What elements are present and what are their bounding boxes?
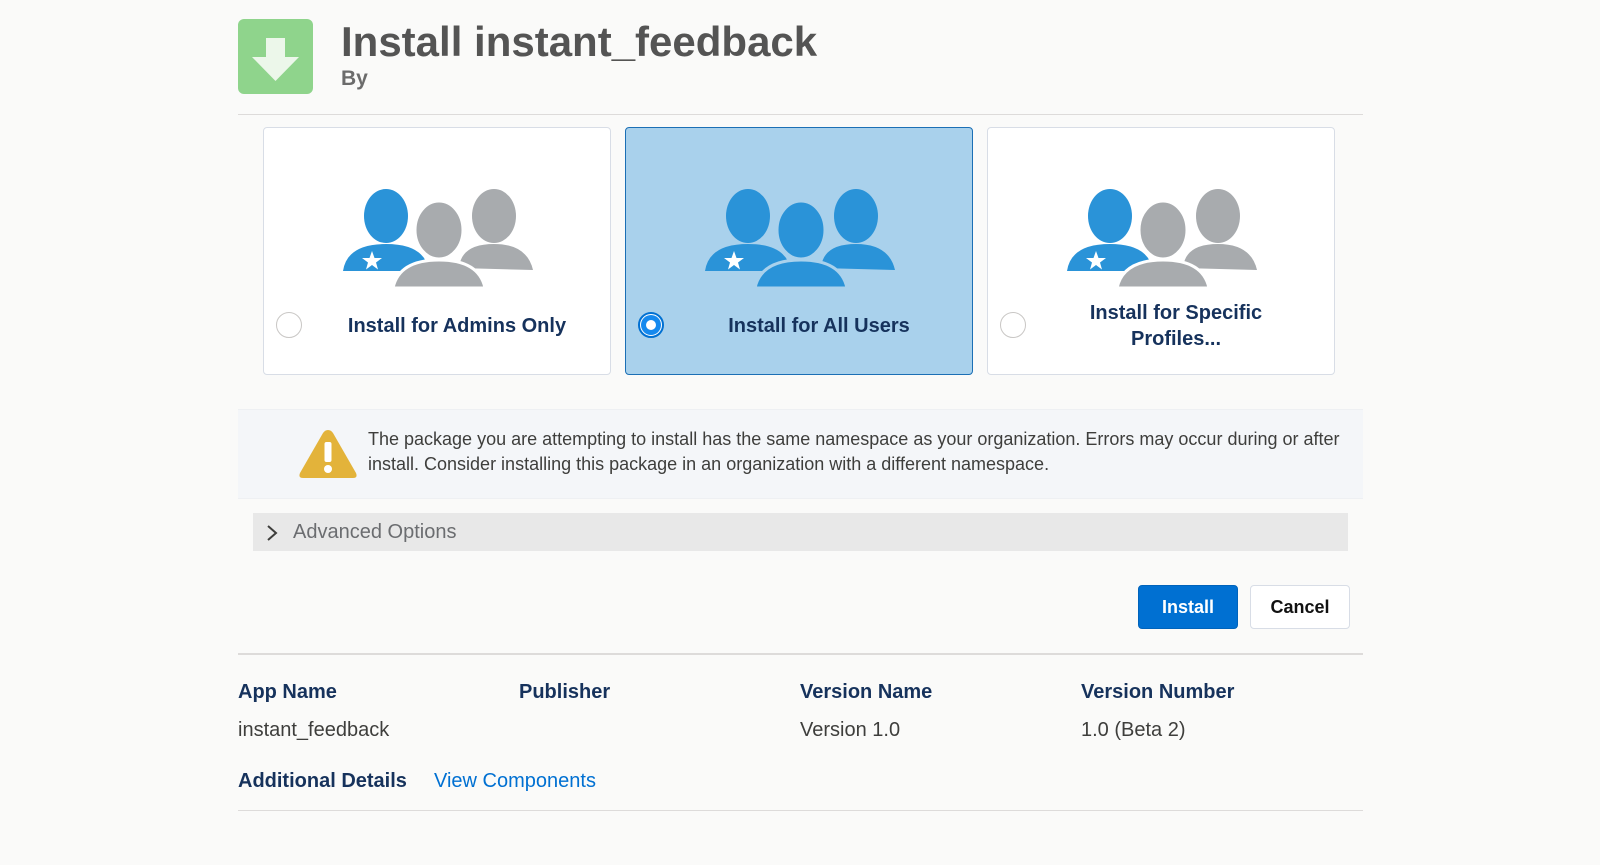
chevron-right-icon [267, 525, 278, 541]
radio-admins-only[interactable] [276, 312, 302, 338]
specific-profiles-users-icon [1067, 189, 1257, 290]
radio-specific-profiles[interactable] [1000, 312, 1026, 338]
version-name-value: Version 1.0 [800, 719, 901, 741]
admin-users-icon [343, 189, 533, 290]
app-name-value: instant_feedback [238, 719, 390, 741]
install-option-specific-profiles[interactable]: Install for Specific Profiles... [987, 127, 1335, 375]
publisher-label: Publisher [519, 681, 611, 703]
page-title: Install instant_feedback [341, 18, 818, 65]
install-button[interactable]: Install [1138, 585, 1238, 629]
publisher-by-label: By [341, 67, 368, 90]
namespace-warning: The package you are attempting to instal… [238, 409, 1363, 499]
page-header: Install instant_feedback By [238, 0, 1363, 115]
warning-triangle-icon [299, 430, 357, 478]
all-users-icon [705, 189, 895, 290]
install-option-all-users[interactable]: Install for All Users [625, 127, 973, 375]
details-divider-top [238, 653, 1363, 655]
version-name-label: Version Name [800, 681, 933, 703]
radio-all-users[interactable] [638, 312, 664, 338]
details-divider-bottom [238, 810, 1363, 811]
install-option-admins-only[interactable]: Install for Admins Only [263, 127, 611, 375]
option-label-all-users: Install for All Users [728, 315, 910, 337]
option-label-specific-profiles: Install for Specific Profiles... [1089, 302, 1263, 350]
warning-message: The package you are attempting to instal… [368, 429, 1340, 474]
advanced-options-label: Advanced Options [293, 521, 457, 543]
option-label-admins-only: Install for Admins Only [347, 315, 567, 337]
version-number-value: 1.0 (Beta 2) [1081, 719, 1186, 741]
install-page: Install instant_feedback By Install for … [238, 0, 1363, 811]
app-name-label: App Name [238, 681, 337, 703]
version-number-label: Version Number [1081, 681, 1235, 703]
cancel-button[interactable]: Cancel [1250, 585, 1350, 629]
download-arrow-icon [238, 19, 313, 94]
view-components-link[interactable]: View Components [434, 770, 596, 793]
advanced-options-toggle[interactable]: Advanced Options [253, 513, 1348, 551]
additional-details-label: Additional Details [238, 770, 407, 792]
install-options: Install for Admins Only Install for All … [238, 115, 1363, 377]
